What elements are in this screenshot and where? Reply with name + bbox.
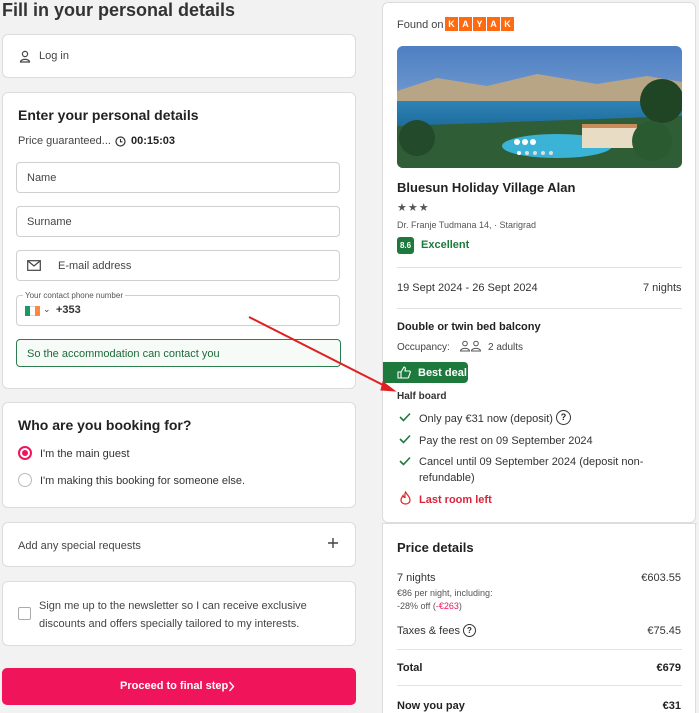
annotation-arrow bbox=[248, 316, 397, 392]
